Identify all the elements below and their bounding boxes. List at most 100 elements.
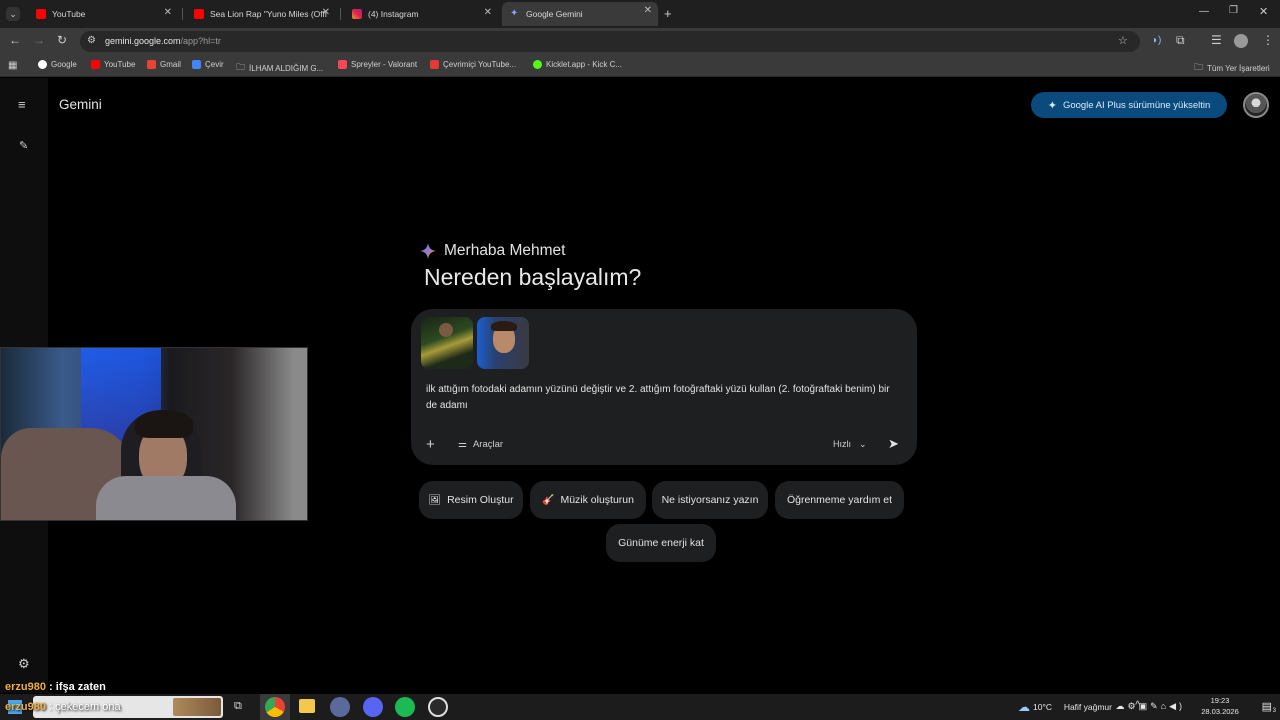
close-tab-icon[interactable]: ✕ — [484, 7, 492, 18]
tab-title: (4) Instagram — [368, 9, 419, 19]
apps-grid-icon[interactable]: ▦ — [8, 60, 17, 71]
hamburger-menu-icon[interactable]: ≡ — [18, 97, 26, 112]
account-avatar[interactable] — [1243, 92, 1269, 118]
bookmark-label: Google — [51, 60, 77, 69]
greeting: Merhaba Mehmet — [420, 242, 565, 260]
youtube-icon — [91, 60, 100, 69]
model-mode-selector[interactable]: Hızlı ⌄ — [833, 439, 867, 450]
chip-energize-day[interactable]: Günüme enerji kat — [606, 524, 716, 562]
upgrade-button[interactable]: ✦ Google AI Plus sürümüne yükseltin — [1031, 92, 1227, 118]
attached-image-2[interactable] — [477, 317, 529, 369]
minimize-icon[interactable]: — — [1199, 6, 1209, 17]
chip-write-anything[interactable]: Ne istiyorsanız yazın — [652, 481, 768, 519]
task-view-icon[interactable]: ⧉ — [234, 700, 242, 713]
search-highlight-image — [173, 698, 221, 716]
chat-message: erzu980 : ifşa zaten — [5, 681, 106, 693]
close-tab-icon[interactable]: ✕ — [164, 7, 172, 18]
tab-title: YouTube — [52, 9, 86, 19]
weather-temp[interactable]: 10°C — [1033, 702, 1052, 712]
discord-icon[interactable] — [363, 697, 383, 717]
chevron-down-icon: ⌄ — [859, 439, 867, 449]
notification-icon[interactable]: ▤ — [1262, 700, 1272, 713]
streamer-shirt — [96, 476, 236, 520]
bookmark-google[interactable]: Google — [38, 60, 77, 69]
media-control-icon[interactable]: ☰ — [1211, 33, 1222, 47]
address-bar[interactable]: ⚙ gemini.google.com/app?hl=tr ☆ — [80, 31, 1140, 52]
valorant-icon — [338, 60, 347, 69]
reload-icon[interactable]: ↻ — [57, 33, 67, 47]
bookmark-youtube-converter[interactable]: Çevrimiçi YouTube... — [430, 60, 516, 69]
new-tab-icon[interactable]: + — [664, 6, 672, 21]
tray-icons[interactable]: ☁⚙▣✎⌂◀) — [1116, 701, 1185, 712]
chip-help-me-learn[interactable]: Öğrenmeme yardım et — [775, 481, 904, 519]
chat-text: : ifşa zaten — [49, 681, 106, 693]
profile-icon[interactable] — [1234, 34, 1248, 48]
url-text[interactable]: gemini.google.com/app?hl=tr — [105, 36, 221, 46]
bookmarks-bar: ▦ Google YouTube Gmail Çevir 🗀 İLHAM ALDI… — [0, 55, 1280, 77]
all-bookmarks[interactable]: 🗀 Tüm Yer İşaretleri — [1194, 60, 1270, 76]
bookmark-valorant[interactable]: Spreyler - Valorant — [338, 60, 417, 69]
notification-count: 3 — [1272, 708, 1276, 714]
game-app-icon[interactable] — [330, 697, 350, 717]
tab-youtube[interactable]: YouTube ✕ — [28, 4, 178, 24]
clock-time[interactable]: 19:23 — [1195, 696, 1245, 705]
bookmark-label: İLHAM ALDIĞIM G... — [249, 63, 324, 73]
chip-create-image[interactable]: 🖼 Resim Oluştur — [419, 481, 523, 519]
site-info-icon[interactable]: ⚙ — [87, 35, 96, 46]
figure-hair — [491, 321, 517, 331]
weather-desc[interactable]: Hafif yağmur — [1064, 702, 1112, 712]
figure-head — [439, 323, 453, 337]
chat-username: erzu980 — [5, 701, 46, 713]
browser-toolbar: ← → ↻ ⚙ gemini.google.com/app?hl=tr ☆ ◗)… — [0, 28, 1280, 55]
close-tab-icon[interactable]: ✕ — [322, 7, 330, 18]
gemini-favicon-icon: ✦ — [510, 8, 519, 19]
restore-icon[interactable]: ❐ — [1229, 5, 1238, 16]
tab-search-icon[interactable]: ⌄ — [6, 7, 20, 21]
chat-username: erzu980 — [5, 681, 46, 693]
browser-tab-bar: ⌄ YouTube ✕ Sea Lion Rap "Yuno Miles (Of… — [0, 0, 1280, 28]
tab-instagram[interactable]: (4) Instagram ✕ — [344, 4, 498, 24]
new-chat-icon[interactable]: ✎ — [19, 139, 28, 152]
bookmark-label: Gmail — [160, 60, 181, 69]
tab-separator — [340, 8, 341, 20]
bookmark-star-icon[interactable]: ☆ — [1118, 34, 1128, 47]
tab-sea-lion-rap[interactable]: Sea Lion Rap "Yuno Miles (Offi ✕ — [186, 4, 336, 24]
tools-button[interactable]: ⚌ Araçlar — [458, 439, 503, 450]
spotify-icon[interactable] — [395, 697, 415, 717]
chip-create-music[interactable]: 🎸 Müzik oluşturun — [530, 481, 646, 519]
weather-cloud-icon: ☁ — [1018, 700, 1030, 714]
clock-date[interactable]: 28.03.2026 — [1195, 707, 1245, 716]
extensions-puzzle-icon[interactable]: ⧉ — [1176, 33, 1185, 48]
back-icon[interactable]: ← — [9, 33, 21, 47]
greeting-text: Merhaba Mehmet — [444, 242, 566, 259]
menu-kebab-icon[interactable]: ⋮ — [1262, 33, 1274, 47]
folder-icon: 🗀 — [236, 62, 246, 72]
bookmark-kicklet[interactable]: Kicklet.app - Kick C... — [533, 60, 622, 69]
bookmark-label: Çevrimiçi YouTube... — [443, 60, 517, 69]
prompt-input[interactable]: ilk attığım fotodaki adamın yüzünü değiş… — [426, 382, 896, 414]
attached-image-1[interactable] — [421, 317, 473, 369]
tools-sliders-icon: ⚌ — [458, 439, 467, 450]
obs-icon[interactable] — [428, 697, 448, 717]
tools-label: Araçlar — [472, 439, 504, 450]
settings-gear-icon[interactable]: ⚙ — [18, 656, 30, 672]
send-icon[interactable]: ➤ — [888, 436, 899, 452]
chrome-icon[interactable] — [265, 697, 285, 717]
bookmark-folder-ilham[interactable]: 🗀 İLHAM ALDIĞIM G... — [236, 60, 323, 76]
add-attachment-icon[interactable]: + — [426, 436, 435, 453]
bookmark-cevir[interactable]: Çevir — [192, 60, 224, 69]
app-title: Gemini — [59, 97, 102, 112]
chip-label: Ne istiyorsanız yazın — [661, 494, 759, 506]
tab-google-gemini[interactable]: ✦ Google Gemini ✕ — [502, 2, 658, 26]
forward-icon[interactable]: → — [33, 33, 45, 47]
bookmark-gmail[interactable]: Gmail — [147, 60, 181, 69]
extension-audio-icon[interactable]: ◗) — [1152, 35, 1161, 46]
bookmark-youtube[interactable]: YouTube — [91, 60, 135, 69]
window-close-icon[interactable]: ✕ — [1259, 5, 1268, 18]
file-explorer-icon[interactable] — [299, 699, 315, 713]
headline: Nereden başlayalım? — [424, 264, 642, 290]
bookmark-label: YouTube — [104, 60, 136, 69]
close-tab-icon[interactable]: ✕ — [644, 5, 652, 16]
folder-icon: 🗀 — [1194, 62, 1204, 72]
windows-taskbar: erzu980 : çekecem ona ⧉ ☁ 10°C Hafif yağ… — [0, 694, 1280, 720]
